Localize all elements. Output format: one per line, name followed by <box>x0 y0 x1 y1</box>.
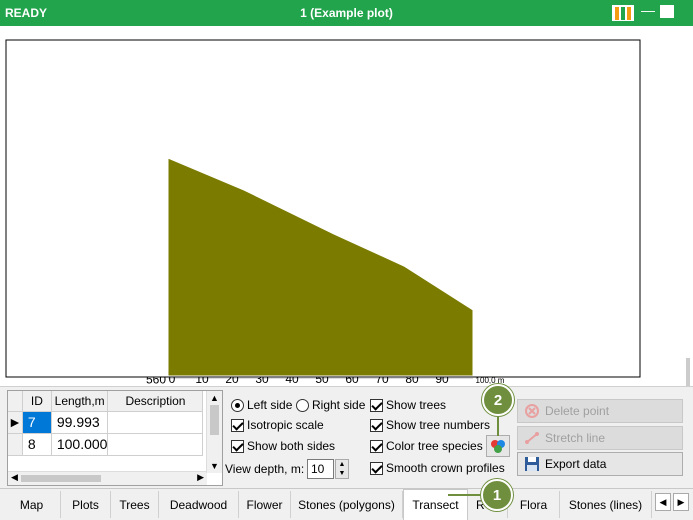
maximize-icon[interactable] <box>660 5 674 18</box>
app-logo-icon <box>612 5 634 21</box>
cell-description[interactable] <box>107 411 204 434</box>
horizontal-scrollbar[interactable]: ◀ ▶ <box>8 471 207 485</box>
callout-badge-1: 1 <box>481 479 513 511</box>
smooth-crowns-checkbox[interactable]: Smooth crown profiles <box>370 461 505 475</box>
scroll-up-icon[interactable]: ▲ <box>210 393 219 403</box>
tab-deadwood[interactable]: Deadwood <box>159 491 239 518</box>
tab-trees[interactable]: Trees <box>111 491 159 518</box>
transect-grid[interactable]: ID Length,m Description ► 7 99.993 8 100… <box>7 390 223 486</box>
cell-id[interactable]: 8 <box>22 433 52 456</box>
show-trees-checkbox[interactable]: Show trees <box>370 398 446 412</box>
vertical-scrollbar[interactable]: ▲ ▼ <box>206 391 222 473</box>
species-colors-button[interactable] <box>486 435 510 457</box>
scroll-thumb[interactable] <box>210 405 219 435</box>
tab-scroll-right-icon[interactable]: ▶ <box>673 493 689 511</box>
tab-map[interactable]: Map <box>3 491 61 518</box>
left-side-radio[interactable]: Left side <box>231 398 292 412</box>
col-id[interactable]: ID <box>22 391 52 412</box>
scrollbar[interactable] <box>686 358 690 386</box>
export-data-button[interactable]: Export data <box>517 452 683 476</box>
view-depth-input[interactable]: 10 <box>307 459 334 479</box>
table-row[interactable]: 8 100.000 <box>8 433 204 456</box>
checkbox-icon <box>370 418 383 432</box>
table-row[interactable]: ► 7 99.993 <box>8 411 204 434</box>
both-sides-checkbox[interactable]: Show both sides <box>231 439 335 453</box>
col-length[interactable]: Length,m <box>51 391 109 412</box>
tab-stones-polygons[interactable]: Stones (polygons) <box>291 491 403 518</box>
scroll-thumb[interactable] <box>21 475 101 482</box>
cell-length[interactable]: 99.993 <box>51 411 109 434</box>
tab-flower[interactable]: Flower <box>239 491 291 518</box>
color-species-checkbox[interactable]: Color tree species <box>370 439 483 453</box>
right-side-radio[interactable]: Right side <box>296 398 365 412</box>
tab-flora[interactable]: Flora <box>508 491 560 518</box>
row-pointer-icon: ► <box>8 411 23 434</box>
delete-point-button[interactable]: Delete point <box>517 399 683 423</box>
checkbox-icon <box>370 398 383 412</box>
radio-icon <box>231 398 244 412</box>
scroll-right-icon[interactable]: ▶ <box>197 472 204 483</box>
view-depth-label: View depth, m: <box>225 462 305 476</box>
radio-icon <box>296 398 309 412</box>
minimize-icon[interactable]: — <box>639 3 657 21</box>
palette-icon <box>491 440 505 453</box>
stretch-icon <box>525 432 539 444</box>
tab-plots[interactable]: Plots <box>61 491 111 518</box>
save-icon <box>525 457 539 471</box>
checkbox-icon <box>231 418 244 432</box>
tab-stones-lines[interactable]: Stones (lines) <box>560 491 652 518</box>
callout-badge-2: 2 <box>482 384 514 416</box>
grid-corner <box>8 391 23 412</box>
isotropic-checkbox[interactable]: Isotropic scale <box>231 418 324 432</box>
transect-svg: 1992042002031941391601581571361561548886… <box>5 37 641 387</box>
delete-icon <box>525 404 539 418</box>
cell-id[interactable]: 7 <box>22 411 52 434</box>
view-depth-stepper[interactable]: ▲ ▼ <box>335 459 349 479</box>
scroll-left-icon[interactable]: ◀ <box>11 472 18 483</box>
cell-description[interactable] <box>107 433 204 456</box>
show-tree-numbers-checkbox[interactable]: Show tree numbers <box>370 418 490 432</box>
cell-length[interactable]: 100.000 <box>51 433 109 456</box>
checkbox-icon <box>370 439 383 453</box>
title-bar: READY 1 (Example plot) — <box>0 0 693 26</box>
checkbox-icon <box>370 461 383 475</box>
checkbox-icon <box>231 439 244 453</box>
scroll-down-icon[interactable]: ▼ <box>210 461 219 471</box>
col-description[interactable]: Description <box>107 391 204 412</box>
tab-scroll-left-icon[interactable]: ◀ <box>655 493 671 511</box>
tab-transect[interactable]: Transect <box>403 489 468 520</box>
tab-bar: Map Plots Trees Deadwood Flower Stones (… <box>0 488 693 520</box>
window-title: 1 (Example plot) <box>300 6 393 20</box>
stretch-line-button[interactable]: Stretch line <box>517 426 683 450</box>
transect-chart[interactable]: 1992042002031941391601581571361561548886… <box>4 28 690 387</box>
